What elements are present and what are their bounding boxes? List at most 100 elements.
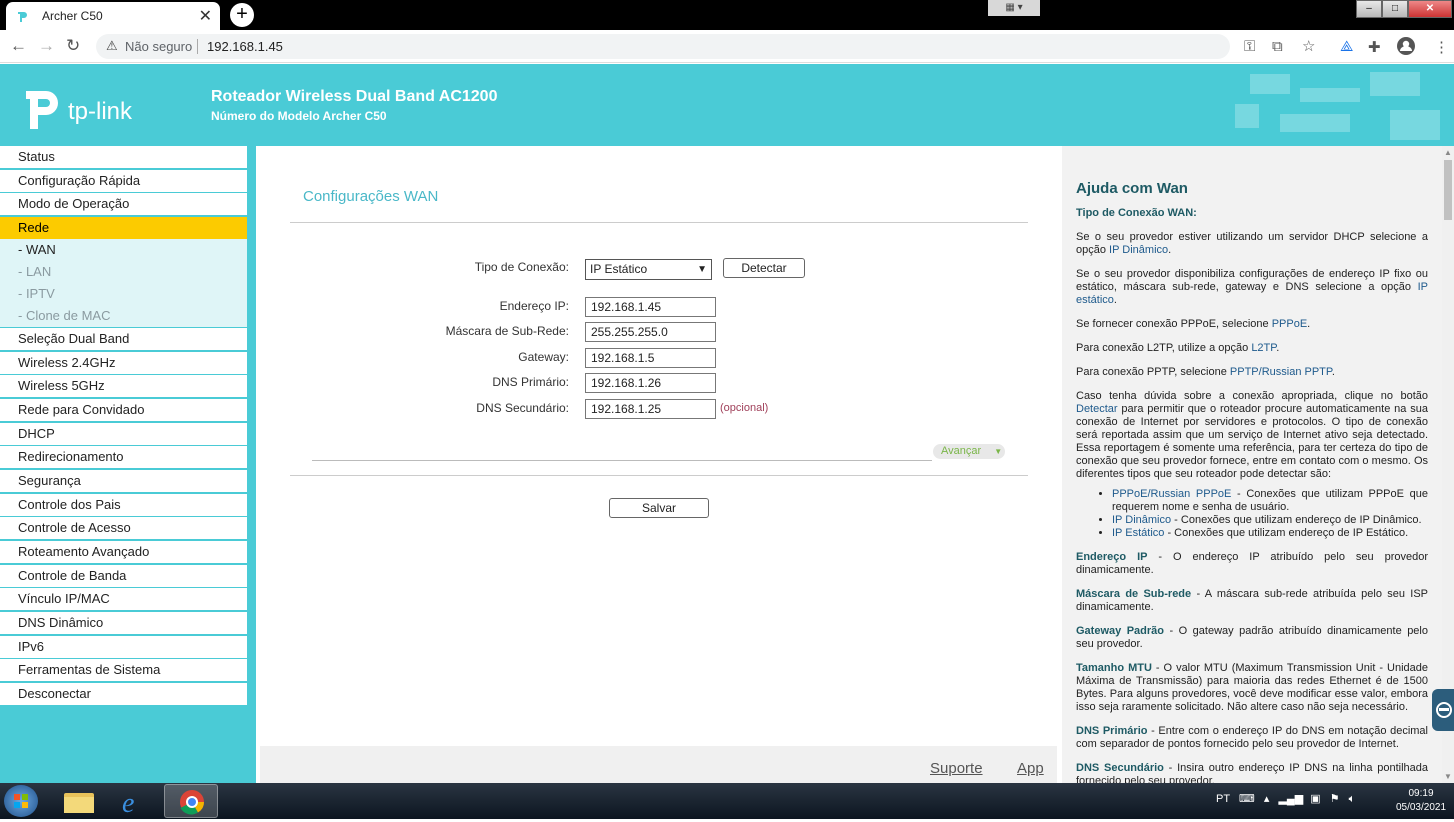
help-panel: Ajuda com Wan Tipo de Conexão WAN: Se o … — [1062, 146, 1442, 783]
sidebar-item-system-tools[interactable]: Ferramentas de Sistema — [0, 659, 247, 681]
sidebar-item-advanced-routing[interactable]: Roteamento Avançado — [0, 541, 247, 563]
internet-explorer-icon[interactable]: e — [108, 784, 162, 819]
sidebar-item-wireless-24[interactable]: Wireless 2.4GHz — [0, 352, 247, 374]
extension-app-icon[interactable]: ⟁ — [1340, 38, 1353, 55]
sidebar-item-dual-band[interactable]: Seleção Dual Band — [0, 328, 247, 350]
menu-icon[interactable]: ⋮ — [1434, 38, 1449, 56]
profile-icon[interactable] — [1396, 36, 1416, 56]
gateway-field[interactable]: 192.168.1.5 — [585, 348, 716, 368]
help-paragraph: DNS Secundário - Insira outro endereço I… — [1076, 762, 1429, 783]
ip-address-field[interactable]: 192.168.1.45 — [585, 297, 716, 317]
list-item: IP Estático - Conexões que utilizam ende… — [1112, 527, 1428, 540]
sidebar-menu: Status Configuração Rápida Modo de Opera… — [0, 146, 256, 783]
tp-link-logo-icon — [26, 91, 58, 129]
sidebar-subitem-mac-clone[interactable]: - Clone de MAC — [0, 305, 247, 327]
network-icon[interactable]: ▣ — [1310, 793, 1320, 805]
sidebar-item-forwarding[interactable]: Redirecionamento — [0, 446, 247, 468]
sidebar-item-operation-mode[interactable]: Modo de Operação — [0, 193, 247, 215]
help-paragraph: Máscara de Sub-rede - A máscara sub-rede… — [1076, 588, 1429, 613]
support-link[interactable]: Suporte — [930, 760, 983, 777]
key-icon[interactable]: ⚿ — [1244, 38, 1255, 55]
sidebar-item-dynamic-dns[interactable]: DNS Dinâmico — [0, 612, 247, 634]
volume-icon[interactable]: 🔈︎ — [1349, 793, 1356, 805]
sidebar-item-logout[interactable]: Desconectar — [0, 683, 247, 705]
connection-type-select[interactable]: IP Estático ▼ — [585, 259, 712, 280]
help-paragraph: Gateway Padrão - O gateway padrão atribu… — [1076, 625, 1428, 650]
connection-type-label: Tipo de Conexão: — [474, 260, 569, 274]
subnet-mask-field[interactable]: 255.255.255.0 — [585, 322, 716, 342]
omnibox[interactable]: ⚠ Não seguro 192.168.1.45 ⚿ ⧉ ☆ — [96, 34, 1315, 59]
url-text[interactable]: 192.168.1.45 — [207, 39, 283, 54]
translate-icon[interactable]: ⧉ — [1272, 38, 1283, 55]
sidebar-item-ip-mac-binding[interactable]: Vínculo IP/MAC — [0, 588, 247, 610]
keyboard-icon[interactable]: ⌨ — [1239, 793, 1255, 805]
sidebar-item-status[interactable]: Status — [0, 146, 247, 168]
sidebar-item-parental-controls[interactable]: Controle dos Pais — [0, 494, 247, 516]
window-close-icon[interactable]: ✕ — [1408, 0, 1452, 18]
new-tab-button[interactable]: + — [230, 3, 254, 27]
browser-tab-bar: Archer C50 ✕ + ▦ ▾ – □ ✕ — [0, 0, 1454, 30]
help-paragraph: Tamanho MTU - O valor MTU (Maximum Trans… — [1076, 662, 1428, 713]
help-title: Ajuda com Wan — [1076, 180, 1188, 197]
advanced-divider — [312, 460, 932, 461]
banner-decoration — [1300, 88, 1360, 102]
help-paragraph: Se fornecer conexão PPPoE, selecione PPP… — [1076, 318, 1311, 330]
reload-icon[interactable]: ↻ — [66, 36, 80, 56]
forward-icon[interactable]: → — [38, 36, 55, 56]
primary-dns-label: DNS Primário: — [492, 375, 569, 389]
primary-dns-field[interactable]: 192.168.1.26 — [585, 373, 716, 393]
banner-decoration — [1390, 110, 1440, 140]
advanced-toggle[interactable]: Avançar ▼ — [933, 444, 1005, 459]
connection-type-value: IP Estático — [590, 262, 648, 276]
sidebar-item-dhcp[interactable]: DHCP — [0, 423, 247, 445]
sidebar-item-guest-network[interactable]: Rede para Convidado — [0, 399, 247, 421]
sidebar-item-wireless-5[interactable]: Wireless 5GHz — [0, 375, 247, 397]
side-widget-tab[interactable] — [1432, 689, 1454, 731]
sidebar-item-network[interactable]: Rede — [0, 217, 247, 239]
scrollbar-thumb[interactable] — [1444, 160, 1452, 220]
banner-decoration — [1235, 104, 1259, 128]
signal-icon[interactable]: ▂▄▆ — [1278, 793, 1303, 805]
help-list: PPPoE/Russian PPPoE - Conexões que utili… — [1112, 488, 1428, 540]
help-paragraph: Se o seu provedor disponibiliza configur… — [1076, 268, 1428, 306]
sidebar-subitem-lan[interactable]: - LAN — [0, 261, 247, 283]
secondary-dns-field[interactable]: 192.168.1.25 — [585, 399, 716, 419]
help-paragraph: DNS Primário - Entre com o endereço IP d… — [1076, 725, 1428, 750]
tab-search-icon[interactable]: ▦ ▾ — [988, 0, 1040, 16]
language-indicator[interactable]: PT — [1216, 793, 1230, 805]
system-tray: PT ⌨ ▴ ▂▄▆ ▣ ⚑ 🔈︎ — [1216, 792, 1355, 806]
sidebar-subitem-wan[interactable]: - WAN — [0, 239, 247, 261]
flag-icon[interactable]: ⚑ — [1330, 793, 1340, 805]
clock[interactable]: 09:19 05/03/2021 — [1392, 787, 1450, 815]
sidebar-item-bandwidth-control[interactable]: Controle de Banda — [0, 565, 247, 587]
save-button[interactable]: Salvar — [609, 498, 709, 518]
app-link[interactable]: App — [1017, 760, 1044, 777]
show-hidden-icons[interactable]: ▴ — [1264, 793, 1270, 805]
back-icon[interactable]: ← — [10, 36, 27, 56]
browser-tab[interactable]: Archer C50 ✕ — [6, 2, 220, 30]
sidebar-item-access-control[interactable]: Controle de Acesso — [0, 517, 247, 539]
sidebar-item-ipv6[interactable]: IPv6 — [0, 636, 247, 658]
star-icon[interactable]: ☆ — [1302, 37, 1315, 55]
sidebar-subitem-iptv[interactable]: - IPTV — [0, 283, 247, 305]
close-tab-icon[interactable]: ✕ — [199, 6, 212, 26]
file-explorer-icon[interactable] — [52, 784, 106, 818]
security-label[interactable]: Não seguro — [125, 39, 192, 54]
minimize-icon[interactable]: – — [1356, 0, 1382, 18]
scroll-up-icon[interactable]: ▲ — [1444, 148, 1452, 157]
help-scrollbar[interactable]: ▲ ▼ — [1442, 146, 1454, 783]
detect-button[interactable]: Detectar — [723, 258, 805, 278]
start-button[interactable] — [4, 785, 38, 817]
subnet-mask-label: Máscara de Sub-Rede: — [445, 324, 569, 338]
extensions-icon[interactable]: ✚ — [1368, 38, 1381, 56]
main-content: Configurações WAN Tipo de Conexão: IP Es… — [260, 146, 1060, 783]
advanced-label: Avançar — [941, 445, 982, 457]
scroll-down-icon[interactable]: ▼ — [1444, 772, 1452, 781]
sidebar-item-security[interactable]: Segurança — [0, 470, 247, 492]
chrome-icon[interactable] — [164, 784, 218, 818]
optional-label: (opcional) — [720, 402, 769, 414]
maximize-icon[interactable]: □ — [1382, 0, 1408, 18]
help-paragraph: Se o seu provedor estiver utilizando um … — [1076, 231, 1428, 256]
sidebar-item-quick-setup[interactable]: Configuração Rápida — [0, 170, 247, 192]
logo-text: tp-link — [68, 98, 133, 125]
